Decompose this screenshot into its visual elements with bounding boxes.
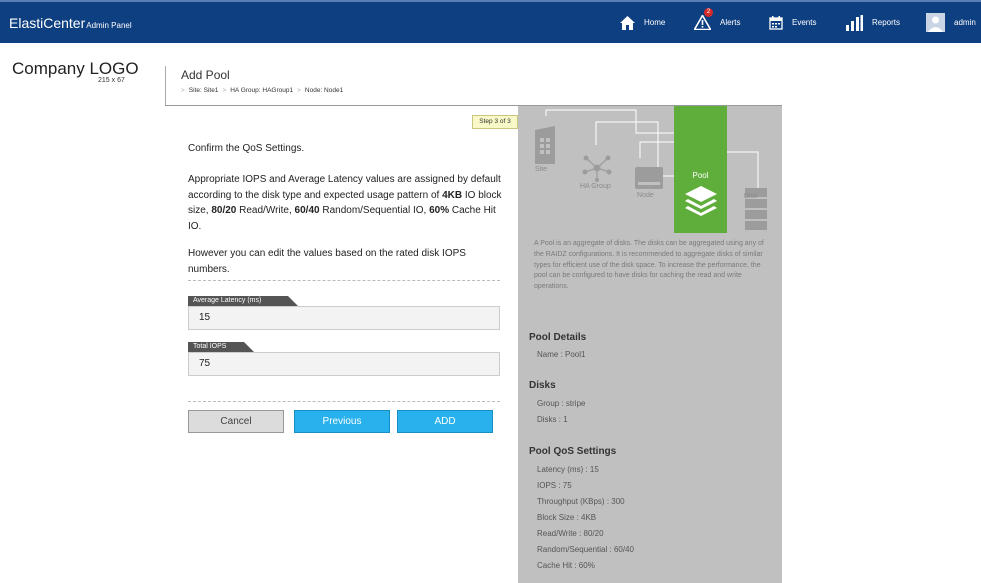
qos-random-sequential: Random/Sequential : 60/40 [537, 545, 634, 554]
desc-block-size: 4KB [442, 189, 463, 201]
diagram-ha-group-label: HA Group [580, 183, 611, 190]
qos-throughput: Throughput (KBps) : 300 [537, 497, 625, 506]
top-navbar: ElastiCenterAdmin Panel Home 2 Alerts Ev… [0, 0, 981, 43]
nav-reports[interactable]: Reports [846, 2, 900, 43]
divider [188, 401, 500, 402]
desc-read-write: 80/20 [211, 205, 237, 216]
nav-events-label: Events [792, 18, 817, 27]
node-server-icon [635, 167, 663, 189]
page-title: Add Pool [181, 68, 230, 82]
alert-icon [694, 15, 711, 30]
confirm-text: Confirm the QoS Settings. [188, 143, 305, 154]
breadcrumb-chevron-icon: > [222, 87, 227, 94]
breadcrumb-ha-group[interactable]: HA Group: HAGroup1 [230, 87, 293, 94]
breadcrumb-chevron-icon: > [181, 87, 185, 94]
diagram-pool-label: Pool [692, 171, 709, 180]
nav-user-label: admin [954, 18, 976, 27]
diagram-site-label: Site [535, 166, 548, 173]
nav-events[interactable]: Events [769, 2, 816, 43]
pool-name: Name : Pool1 [537, 350, 586, 359]
qos-latency: Latency (ms) : 15 [537, 465, 599, 474]
pool-details-heading: Pool Details [529, 332, 587, 343]
pool-description: A Pool is an aggregate of disks. The dis… [534, 240, 764, 291]
iops-input[interactable]: 75 [188, 352, 500, 376]
diagram-disk-label: Disk [744, 193, 758, 200]
bar-chart-icon [846, 14, 863, 31]
ha-group-network-icon [582, 155, 612, 182]
site-building-icon [535, 126, 555, 164]
qos-block-size: Block Size : 4KB [537, 513, 597, 522]
previous-button[interactable]: Previous [294, 410, 390, 433]
alerts-badge: 2 [704, 8, 713, 17]
nav-home[interactable]: Home [620, 2, 665, 43]
iops-label: Total IOPS [188, 342, 254, 352]
calendar-icon [769, 15, 783, 30]
divider [188, 280, 500, 281]
home-icon [620, 15, 635, 30]
brand[interactable]: ElastiCenterAdmin Panel [9, 15, 132, 31]
qos-heading: Pool QoS Settings [529, 446, 617, 457]
diagram-pool-active: Pool [674, 106, 727, 233]
disks-count: Disks : 1 [537, 415, 568, 424]
qos-iops: IOPS : 75 [537, 481, 572, 490]
desc-cache-hit: 60% [429, 205, 450, 216]
qos-read-write: Read/Write : 80/20 [537, 529, 604, 538]
disks-heading: Disks [529, 380, 556, 391]
qos-description: Appropriate IOPS and Average Latency val… [188, 172, 503, 234]
disks-group: Group : stripe [537, 399, 586, 408]
qos-cache-hit: Cache Hit : 60% [537, 561, 595, 570]
latency-label: Average Latency (ms) [188, 296, 298, 306]
cancel-button[interactable]: Cancel [188, 410, 284, 433]
step-indicator: Step 3 of 3 [472, 115, 518, 129]
brand-name: ElastiCenter [9, 15, 86, 31]
breadcrumb-site[interactable]: Site: Site1 [189, 87, 219, 94]
diagram-node-label: Node [637, 192, 654, 199]
latency-input[interactable]: 15 [188, 306, 500, 330]
edit-hint: However you can edit the values based on… [188, 248, 466, 275]
nav-user[interactable]: admin [926, 2, 976, 43]
logo-size: 215 x 67 [98, 77, 125, 84]
desc-text: Read/Write, [236, 205, 295, 216]
user-avatar-icon [926, 13, 945, 32]
breadcrumb: > Site: Site1 > HA Group: HAGroup1 > Nod… [181, 87, 343, 94]
nav-alerts[interactable]: 2 Alerts [694, 2, 740, 43]
add-button[interactable]: ADD [397, 410, 493, 433]
breadcrumb-node[interactable]: Node: Node1 [305, 87, 343, 94]
desc-random-seq: 60/40 [294, 205, 320, 216]
pool-layers-icon [685, 186, 717, 216]
breadcrumb-chevron-icon: > [297, 87, 301, 94]
desc-text: Random/Sequential IO, [319, 205, 430, 216]
brand-subtitle: Admin Panel [86, 21, 132, 30]
nav-alerts-label: Alerts [720, 18, 741, 27]
company-logo: Company LOGO [12, 59, 139, 78]
info-panel: Site HA Group Node Pool Disk A Pool is a… [518, 106, 782, 583]
nav-reports-label: Reports [872, 18, 901, 27]
nav-home-label: Home [644, 18, 666, 27]
header-divider [165, 66, 166, 106]
